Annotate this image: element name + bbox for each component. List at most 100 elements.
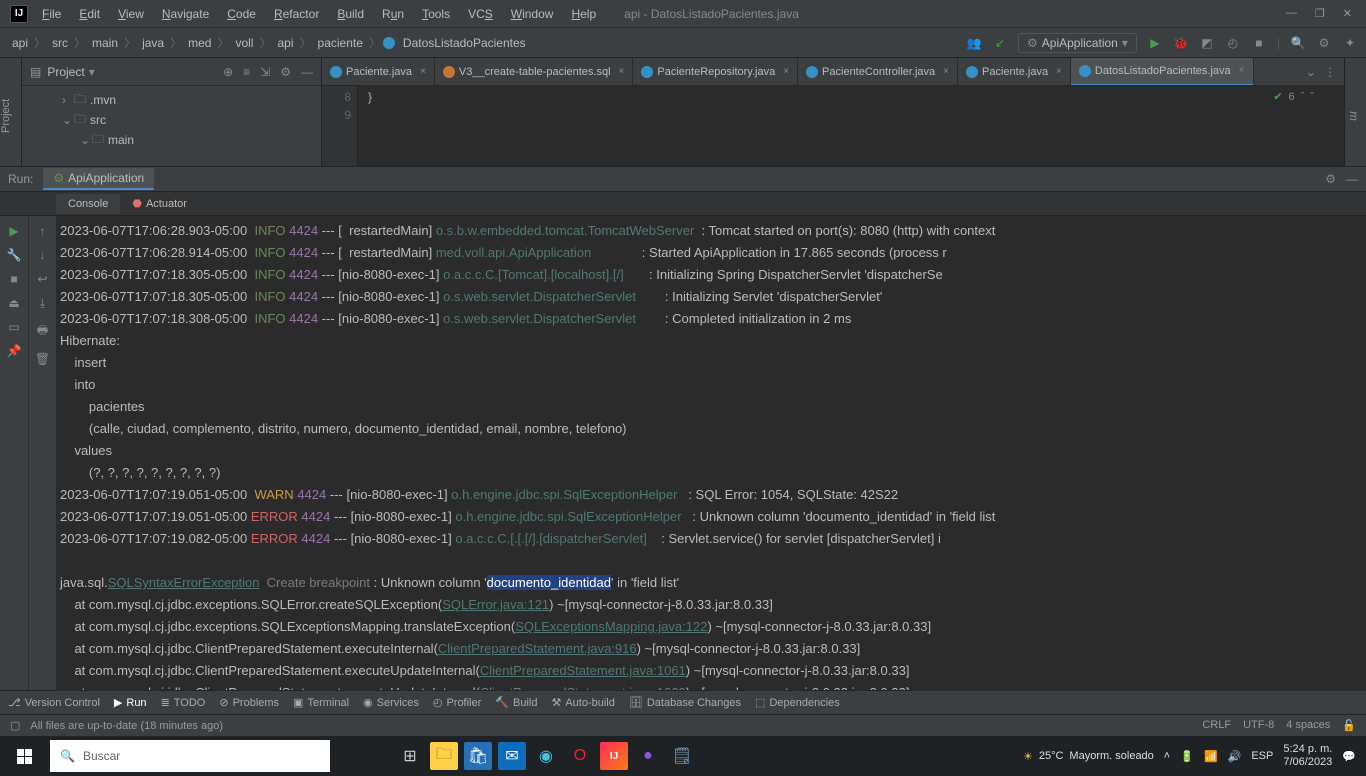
close-icon[interactable]: ×: [1239, 65, 1245, 76]
debug-icon[interactable]: 🐞: [1173, 35, 1189, 51]
exit-icon[interactable]: ⏏: [8, 296, 19, 310]
actuator-tab[interactable]: ⬣Actuator: [120, 193, 199, 214]
settings-icon[interactable]: ⚙: [1325, 172, 1336, 186]
firefox-icon[interactable]: ●: [634, 742, 662, 770]
battery-icon[interactable]: 🔋: [1180, 750, 1194, 763]
editor-tab[interactable]: V3__create-table-pacientes.sql×: [435, 58, 634, 86]
console-tab[interactable]: Console: [56, 194, 120, 214]
settings-icon[interactable]: ⚙: [280, 65, 291, 79]
crumb[interactable]: med: [184, 36, 215, 50]
pin-icon[interactable]: 📌: [7, 344, 22, 358]
problems-button[interactable]: ⊘ Problems: [219, 696, 279, 709]
project-tool-button[interactable]: Project: [0, 66, 12, 166]
project-label[interactable]: Project: [47, 65, 84, 79]
editor-tab[interactable]: Paciente.java×: [958, 58, 1071, 86]
menu-edit[interactable]: Edit: [71, 3, 108, 25]
menu-help[interactable]: Help: [563, 3, 604, 25]
build-button[interactable]: 🔨 Build: [495, 696, 537, 709]
crumb[interactable]: api: [8, 36, 32, 50]
console-output[interactable]: 2023-06-07T17:06:28.903-05:00 INFO 4424 …: [56, 216, 1366, 690]
volume-icon[interactable]: 🔊: [1228, 750, 1242, 763]
run-config-selector[interactable]: ApiApplication ▾: [1018, 33, 1137, 53]
editor-tab[interactable]: PacienteController.java×: [798, 58, 958, 86]
tool-window-icon[interactable]: ▢: [10, 719, 20, 732]
source-link[interactable]: ClientPreparedStatement.java:1061: [480, 663, 686, 678]
clear-icon[interactable]: 🗑: [35, 352, 50, 366]
wrap-icon[interactable]: ↩: [37, 272, 47, 286]
edge-icon[interactable]: ◉: [532, 742, 560, 770]
tray-chevron-icon[interactable]: ˄: [1164, 750, 1170, 762]
opera-icon[interactable]: O: [566, 742, 594, 770]
close-icon[interactable]: ×: [783, 66, 789, 77]
run-icon[interactable]: ▶: [1147, 35, 1163, 51]
close-button[interactable]: ✕: [1343, 7, 1352, 20]
menu-refactor[interactable]: Refactor: [266, 3, 327, 25]
exception-link[interactable]: SQLSyntaxErrorException: [108, 575, 260, 590]
profiler-button[interactable]: ◴ Profiler: [433, 696, 481, 709]
menu-run[interactable]: Run: [374, 3, 412, 25]
close-icon[interactable]: ×: [420, 66, 426, 77]
todo-button[interactable]: ≣ TODO: [161, 696, 206, 709]
language-indicator[interactable]: ESP: [1251, 750, 1273, 762]
dependencies-button[interactable]: ⬚ Dependencies: [755, 696, 840, 709]
scroll-icon[interactable]: ⤓: [40, 296, 45, 311]
source-link[interactable]: SQLExceptionsMapping.java:122: [515, 619, 707, 634]
menu-navigate[interactable]: Navigate: [154, 3, 217, 25]
rerun-icon[interactable]: ▶: [9, 224, 18, 238]
taskbar-search[interactable]: 🔍 Buscar: [50, 740, 330, 772]
expand-all-icon[interactable]: ≡: [243, 65, 250, 79]
autobuild-button[interactable]: ⚒ Auto-build: [551, 696, 614, 709]
crumb[interactable]: src: [48, 36, 72, 50]
editor-tab-active[interactable]: DatosListadoPacientes.java×: [1071, 58, 1254, 86]
run-tab[interactable]: ⚙ApiApplication: [43, 168, 154, 190]
menu-view[interactable]: View: [110, 3, 152, 25]
hide-icon[interactable]: —: [301, 65, 313, 79]
chevron-down-icon[interactable]: ⌄: [1306, 65, 1316, 79]
search-icon[interactable]: 🔍: [1290, 35, 1306, 51]
crumb[interactable]: paciente: [314, 36, 367, 50]
wifi-icon[interactable]: 📶: [1204, 750, 1218, 763]
crumb[interactable]: api: [274, 36, 298, 50]
close-icon[interactable]: ×: [1056, 66, 1062, 77]
layout-icon[interactable]: ▭: [8, 320, 19, 334]
notifications-icon[interactable]: 💬: [1342, 750, 1356, 763]
more-icon[interactable]: ⋮: [1324, 65, 1336, 79]
clock[interactable]: 5:24 p. m. 7/06/2023: [1283, 743, 1332, 769]
menu-vcs[interactable]: VCS: [460, 3, 501, 25]
indent[interactable]: 4 spaces: [1286, 719, 1330, 732]
run-button[interactable]: ▶ Run: [114, 696, 147, 709]
crumb[interactable]: voll: [231, 36, 257, 50]
crumb[interactable]: java: [138, 36, 168, 50]
task-view-icon[interactable]: ⊞: [396, 742, 424, 770]
settings-icon[interactable]: ⚙: [1316, 35, 1332, 51]
vcs-update-icon[interactable]: ↙: [992, 35, 1008, 51]
select-opened-icon[interactable]: ⊕: [223, 65, 233, 79]
menu-build[interactable]: Build: [329, 3, 372, 25]
mail-icon[interactable]: ✉: [498, 742, 526, 770]
editor-tab[interactable]: PacienteRepository.java×: [633, 58, 798, 86]
code-area[interactable]: 8 9 } ✔6 ˆ ˇ: [322, 86, 1344, 166]
crumb[interactable]: main: [88, 36, 122, 50]
minimize-button[interactable]: —: [1286, 7, 1297, 20]
maven-tool-button[interactable]: m: [1345, 66, 1361, 166]
collapse-all-icon[interactable]: ⇲: [260, 65, 270, 79]
menu-file[interactable]: File: [34, 3, 69, 25]
close-icon[interactable]: ×: [619, 66, 625, 77]
create-breakpoint-link[interactable]: Create breakpoint: [267, 575, 370, 590]
chevron-down-icon[interactable]: ˇ: [1310, 91, 1314, 103]
down-icon[interactable]: ↓: [40, 248, 46, 262]
explorer-icon[interactable]: 🗀: [430, 742, 458, 770]
menu-code[interactable]: Code: [219, 3, 264, 25]
menu-window[interactable]: Window: [503, 3, 562, 25]
up-icon[interactable]: ↑: [40, 224, 46, 238]
hide-icon[interactable]: —: [1346, 172, 1358, 186]
menu-tools[interactable]: Tools: [414, 3, 458, 25]
line-separator[interactable]: CRLF: [1202, 719, 1231, 732]
project-tree[interactable]: ›🗀.mvn ⌄🗀src ⌄🗀main: [22, 86, 321, 154]
source-link[interactable]: SQLError.java:121: [442, 597, 549, 612]
profiler-icon[interactable]: ◴: [1225, 35, 1241, 51]
notepad-icon[interactable]: 🗒: [668, 742, 696, 770]
intellij-icon[interactable]: IJ: [600, 742, 628, 770]
tools-icon[interactable]: 🔧: [7, 248, 22, 262]
coverage-icon[interactable]: ◩: [1199, 35, 1215, 51]
